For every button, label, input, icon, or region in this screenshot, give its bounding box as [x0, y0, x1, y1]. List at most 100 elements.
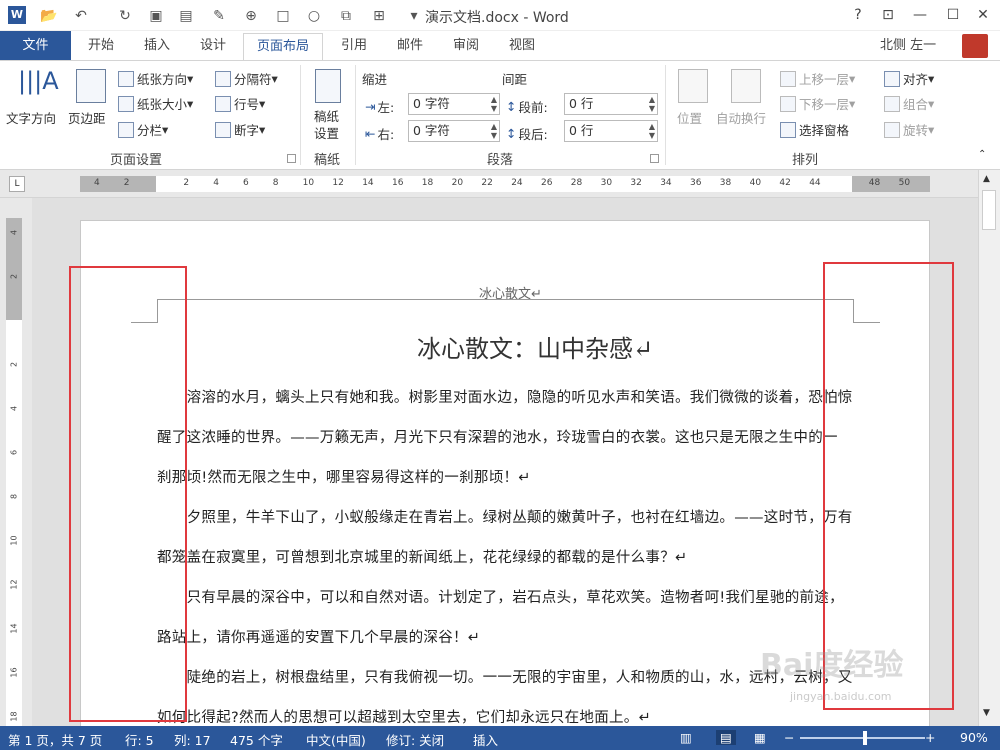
- tab-page-layout[interactable]: 页面布局: [243, 33, 323, 61]
- draft-setup-button[interactable]: 稿纸 设置: [314, 108, 339, 142]
- indent-left-input[interactable]: 0 字符 ▲ ▼: [408, 93, 500, 115]
- status-words[interactable]: 475 个字: [230, 730, 283, 749]
- customize-qat-icon[interactable]: ▾: [403, 5, 425, 27]
- size-button[interactable]: 纸张大小 ▾: [118, 94, 193, 113]
- maximize-button[interactable]: ☐: [940, 4, 966, 26]
- tab-insert[interactable]: 插入: [136, 31, 178, 60]
- columns-button[interactable]: 分栏 ▾: [118, 120, 168, 139]
- margins-button[interactable]: 页边距: [68, 108, 106, 127]
- margins-icon: [76, 69, 106, 103]
- open-icon[interactable]: 📂: [38, 5, 60, 27]
- tab-design[interactable]: 设计: [192, 31, 234, 60]
- status-track-changes[interactable]: 修订: 关闭: [386, 730, 444, 749]
- minimize-button[interactable]: —: [907, 4, 933, 26]
- status-page[interactable]: 第 1 页，共 7 页: [8, 730, 102, 749]
- help-button[interactable]: ?: [845, 4, 871, 26]
- ruler-tick-label: 16: [392, 178, 404, 188]
- group-label-draft: 稿纸: [314, 153, 341, 168]
- breaks-button[interactable]: 分隔符 ▾: [215, 69, 278, 88]
- ruler-tick-label: 28: [570, 178, 583, 188]
- spacing-after-label: ↕ 段后:: [506, 126, 548, 142]
- scroll-thumb[interactable]: [982, 190, 996, 230]
- tab-selector-button[interactable]: L: [9, 176, 25, 192]
- align-button[interactable]: 对齐 ▾: [884, 69, 934, 88]
- table-icon[interactable]: ⊞: [368, 5, 390, 27]
- format-painter-icon[interactable]: ✎: [208, 5, 230, 27]
- spacing-after-input[interactable]: 0 行 ▲ ▼: [564, 120, 658, 142]
- ruler-tick-label: 34: [660, 178, 672, 188]
- undo-icon[interactable]: ↶: [70, 5, 92, 27]
- save-as-icon[interactable]: ▤: [175, 5, 197, 27]
- left-margin-shade: [80, 176, 156, 192]
- status-bar: 第 1 页，共 7 页 行: 5 列: 17 475 个字 中文(中国) 修订:…: [0, 726, 1000, 750]
- indent-left-icon: ⇥: [365, 99, 376, 114]
- scroll-up-icon[interactable]: ▲: [983, 174, 990, 184]
- status-language[interactable]: 中文(中国): [306, 730, 366, 749]
- wrap-text-button[interactable]: 自动换行: [716, 108, 766, 127]
- indent-header: 缩进: [362, 72, 388, 87]
- ruler-tick-label: 18: [421, 178, 434, 188]
- page-setup-launcher-icon[interactable]: [287, 154, 296, 163]
- collapse-ribbon-icon[interactable]: ⌃: [978, 149, 986, 160]
- new-document-icon[interactable]: □: [272, 5, 294, 27]
- position-button[interactable]: 位置: [677, 108, 702, 127]
- print-layout-icon[interactable]: ▤: [716, 730, 736, 745]
- avatar[interactable]: [962, 34, 988, 58]
- breaks-icon: [215, 70, 231, 87]
- bring-forward-button[interactable]: 上移一层 ▾: [780, 69, 855, 88]
- spinner-arrows-icon[interactable]: ▲ ▼: [649, 122, 655, 140]
- ribbon-display-button[interactable]: ⊡: [875, 4, 901, 26]
- ribbon: |||A 文字方向 页边距 纸张方向 ▾ 纸张大小 ▾ 分栏 ▾ 分隔符 ▾ 行…: [0, 60, 1000, 170]
- spinner-arrows-icon[interactable]: ▲ ▼: [649, 95, 655, 113]
- spinner-arrows-icon[interactable]: ▲ ▼: [491, 95, 497, 113]
- watermark-url: jingyan.baidu.com: [790, 690, 892, 703]
- rotate-button[interactable]: 旋转 ▾: [884, 120, 934, 139]
- group-button[interactable]: 组合 ▾: [884, 94, 934, 113]
- ruler-tick-label: 6: [243, 178, 249, 188]
- document-line: 刹那顷!然而无限之生中，哪里容易得这样的一刹那顷！↵: [157, 470, 531, 486]
- paragraph-launcher-icon[interactable]: [650, 154, 659, 163]
- vertical-scrollbar[interactable]: ▲ ▼: [978, 170, 1000, 726]
- orientation-button[interactable]: 纸张方向 ▾: [118, 69, 193, 88]
- document-line: 陡绝的岩上，树根盘结里，只有我俯视一切。一一无限的宇宙里，人和物质的山，水，远村…: [157, 670, 853, 686]
- tab-mailings[interactable]: 邮件: [389, 31, 431, 60]
- find-icon[interactable]: ⊕: [240, 5, 262, 27]
- hyphenation-button[interactable]: 断字 ▾: [215, 120, 265, 139]
- tab-review[interactable]: 审阅: [445, 31, 487, 60]
- spacing-before-input[interactable]: 0 行 ▲ ▼: [564, 93, 658, 115]
- redo-icon[interactable]: ↻: [114, 5, 136, 27]
- zoom-slider-thumb[interactable]: [862, 731, 867, 745]
- ruler-tick-label: 2: [183, 178, 190, 188]
- indent-right-icon: ⇤: [365, 126, 376, 141]
- word-app-icon[interactable]: W: [8, 6, 26, 24]
- tab-file[interactable]: 文件: [0, 31, 71, 60]
- zoom-level[interactable]: 90%: [960, 730, 988, 745]
- indent-right-input[interactable]: 0 字符 ▲ ▼: [408, 120, 500, 142]
- close-button[interactable]: ✕: [970, 4, 996, 26]
- indent-right-label: ⇤ 右:: [365, 126, 395, 142]
- text-direction-button[interactable]: 文字方向: [6, 108, 56, 127]
- scroll-down-icon[interactable]: ▼: [983, 708, 990, 718]
- zoom-out-button[interactable]: −: [784, 730, 794, 745]
- circle-icon[interactable]: ○: [303, 5, 325, 27]
- send-backward-button[interactable]: 下移一层 ▾: [780, 94, 855, 113]
- horizontal-ruler[interactable]: 4 2 2 4 6 8 10 12 14 16 18 20 22 24 26 28 30 32 34 36 38 40 42…: [80, 176, 930, 192]
- user-name[interactable]: 北侧 左一: [880, 31, 936, 60]
- ruler-tick-label: 8: [272, 178, 279, 188]
- selection-pane-button[interactable]: 选择窗格: [780, 120, 849, 139]
- vertical-ruler[interactable]: 4 2 2 4 6 8 10 12 14 16 18: [0, 198, 32, 726]
- spinner-arrows-icon[interactable]: ▲ ▼: [491, 122, 497, 140]
- tab-home[interactable]: 开始: [80, 31, 122, 60]
- web-layout-icon[interactable]: ▦: [754, 730, 766, 745]
- save-icon[interactable]: ▣: [145, 5, 167, 27]
- tab-references[interactable]: 引用: [333, 31, 375, 60]
- wrap-text-icon: [731, 69, 761, 103]
- bring-forward-icon: [780, 70, 796, 87]
- zoom-in-button[interactable]: +: [925, 730, 935, 745]
- status-mode[interactable]: 插入: [473, 730, 498, 749]
- copy-icon[interactable]: ⧉: [335, 5, 357, 27]
- line-numbers-button[interactable]: 行号 ▾: [215, 94, 265, 113]
- orientation-icon: [118, 70, 134, 87]
- tab-view[interactable]: 视图: [501, 31, 543, 60]
- read-mode-icon[interactable]: ▥: [680, 730, 692, 745]
